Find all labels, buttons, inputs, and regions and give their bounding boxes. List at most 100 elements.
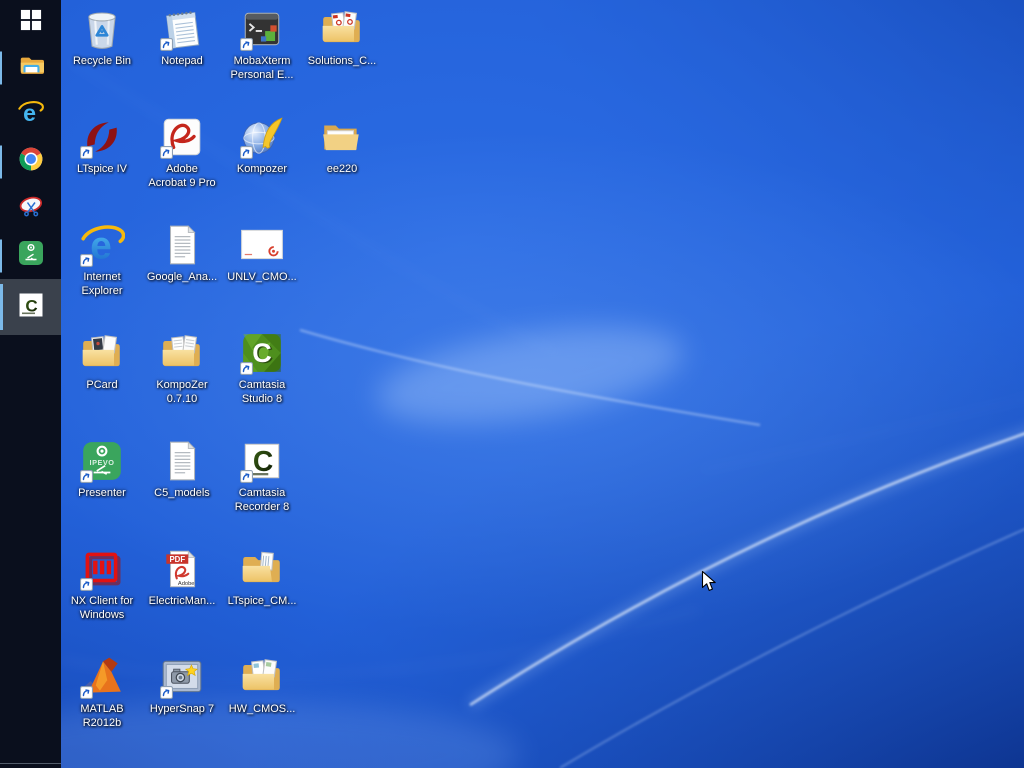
svg-text:Adobe: Adobe	[178, 581, 195, 587]
desktop-icon-label: Camtasia Studio 8	[222, 378, 302, 406]
desktop-icon-label: PCard	[62, 378, 142, 392]
acrobat-icon	[159, 114, 205, 160]
desktop-icon-unlv-cmo-file[interactable]: UNLV_CMO...	[222, 222, 302, 284]
desktop-icon-solutions-folder[interactable]: Solutions_C...	[302, 6, 382, 68]
mouse-cursor	[701, 570, 717, 593]
desktop-icon-notepad[interactable]: Notepad	[142, 6, 222, 68]
shortcut-arrow-icon	[80, 686, 93, 699]
taskbar-ipevo-presenter[interactable]	[0, 232, 61, 279]
desktop-icon-label: LTspice_CM...	[222, 594, 302, 608]
shortcut-arrow-icon	[160, 686, 173, 699]
desktop-icon-google-ana-doc[interactable]: Google_Ana...	[142, 222, 222, 284]
mobaxterm-icon	[239, 6, 285, 52]
svg-text:PDF: PDF	[169, 555, 185, 564]
svg-text:C: C	[253, 445, 273, 477]
shortcut-arrow-icon	[80, 254, 93, 267]
shortcut-arrow-icon	[80, 146, 93, 159]
camtasia-recorder-icon: C	[239, 438, 285, 484]
folder-pdf-files-icon	[319, 6, 365, 52]
file-explorer-icon	[18, 52, 44, 83]
desktop-icon-label: UNLV_CMO...	[222, 270, 302, 284]
show-desktop-divider[interactable]	[0, 763, 61, 764]
internet-explorer-icon: e	[79, 222, 125, 268]
taskbar-snipping-tool[interactable]	[0, 185, 61, 232]
running-indicator	[0, 239, 2, 272]
desktop-icon-label: Notepad	[142, 54, 222, 68]
desktop-icon-label: Presenter	[62, 486, 142, 500]
shortcut-arrow-icon	[160, 38, 173, 51]
ipevo-presenter-icon: IPEVO	[79, 438, 125, 484]
desktop-icon-c5-models-doc[interactable]: C5_models	[142, 438, 222, 500]
hypersnap-camera-icon	[159, 654, 205, 700]
desktop-icon-label: MATLAB R2012b	[62, 702, 142, 730]
desktop-icon-pcard-folder[interactable]: PCard	[62, 330, 142, 392]
shortcut-arrow-icon	[240, 146, 253, 159]
folder-documents-icon	[159, 330, 205, 376]
svg-text:IPEVO: IPEVO	[90, 458, 115, 467]
running-indicator	[0, 284, 3, 330]
taskbar: e	[0, 0, 61, 768]
kompozer-globe-feather-icon	[239, 114, 285, 160]
shortcut-arrow-icon	[240, 38, 253, 51]
desktop-icon-label: HyperSnap 7	[142, 702, 222, 716]
shortcut-arrow-icon	[80, 470, 93, 483]
desktop-icon-acrobat[interactable]: Adobe Acrobat 9 Pro	[142, 114, 222, 190]
windows-logo-icon	[20, 9, 42, 36]
desktop-icon-label: ee220	[302, 162, 382, 176]
taskbar-internet-explorer[interactable]: e	[0, 91, 61, 138]
desktop-icon-ltspice[interactable]: LTspice IV	[62, 114, 142, 176]
desktop-icon-label: Solutions_C...	[302, 54, 382, 68]
desktop-icon-label: Internet Explorer	[62, 270, 142, 298]
desktop-icon-ee220-folder[interactable]: ee220	[302, 114, 382, 176]
open-folder-icon	[319, 114, 365, 160]
folder-document-icon	[239, 546, 285, 592]
shortcut-arrow-icon	[240, 362, 253, 375]
desktop-icon-kompozer[interactable]: Kompozer	[222, 114, 302, 176]
text-document-icon	[159, 438, 205, 484]
taskbar-file-explorer[interactable]	[0, 44, 61, 91]
desktop-icon-label: KompoZer 0.7.10	[142, 378, 222, 406]
notepad-icon	[159, 6, 205, 52]
desktop-icon-hw-cmos-folder[interactable]: HW_CMOS...	[222, 654, 302, 716]
desktop-icon-camtasia-studio[interactable]: C C Camtasia Studio 8	[222, 330, 302, 406]
desktop-icon-label: C5_models	[142, 486, 222, 500]
desktop-icon-label: LTspice IV	[62, 162, 142, 176]
folder-documents-icon	[239, 654, 285, 700]
chrome-icon	[18, 146, 44, 177]
taskbar-chrome[interactable]	[0, 138, 61, 185]
nx-client-icon	[79, 546, 125, 592]
desktop-icon-label: ElectricMan...	[142, 594, 222, 608]
desktop-icon-recycle-bin[interactable]: Recycle Bin	[62, 6, 142, 68]
running-indicator	[0, 51, 2, 84]
ltspice-icon	[79, 114, 125, 160]
snipping-tool-icon	[18, 193, 44, 224]
desktop-icon-label: Recycle Bin	[62, 54, 142, 68]
shortcut-arrow-icon	[160, 146, 173, 159]
desktop-icon-internet-explorer[interactable]: e Internet Explorer	[62, 222, 142, 298]
svg-text:C: C	[252, 337, 272, 368]
desktop-icon-ltspice-cm-folder[interactable]: LTspice_CM...	[222, 546, 302, 608]
shortcut-arrow-icon	[240, 470, 253, 483]
internet-explorer-icon: e	[17, 99, 44, 131]
start-button[interactable]	[0, 0, 61, 44]
matlab-icon	[79, 654, 125, 700]
shortcut-arrow-icon	[80, 578, 93, 591]
desktop-icon-electricman-pdf[interactable]: PDF Adobe ElectricMan...	[142, 546, 222, 608]
desktop-icon-label: NX Client for Windows	[62, 594, 142, 622]
recycle-bin-icon	[79, 6, 125, 52]
camtasia-project-file-icon	[239, 222, 285, 268]
desktop-icon-hypersnap[interactable]: HyperSnap 7	[142, 654, 222, 716]
desktop-icon-presenter[interactable]: IPEVO Presenter	[62, 438, 142, 500]
desktop-icon-camtasia-recorder[interactable]: C Camtasia Recorder 8	[222, 438, 302, 514]
desktop-icon-mobaxterm[interactable]: MobaXterm Personal E...	[222, 6, 302, 82]
pdf-document-icon: PDF Adobe	[159, 546, 205, 592]
desktop-icon-kompozer-folder[interactable]: KompoZer 0.7.10	[142, 330, 222, 406]
desktop-icon-nx-client[interactable]: NX Client for Windows	[62, 546, 142, 622]
desktop-icon-label: MobaXterm Personal E...	[222, 54, 302, 82]
desktop-icon-matlab[interactable]: MATLAB R2012b	[62, 654, 142, 730]
camtasia-icon: C	[18, 292, 44, 323]
ipevo-presenter-icon	[18, 240, 44, 271]
taskbar-camtasia[interactable]: C	[0, 279, 61, 335]
windows-desktop: Recycle Bin Notepad	[0, 0, 1024, 768]
running-indicator	[0, 145, 2, 178]
